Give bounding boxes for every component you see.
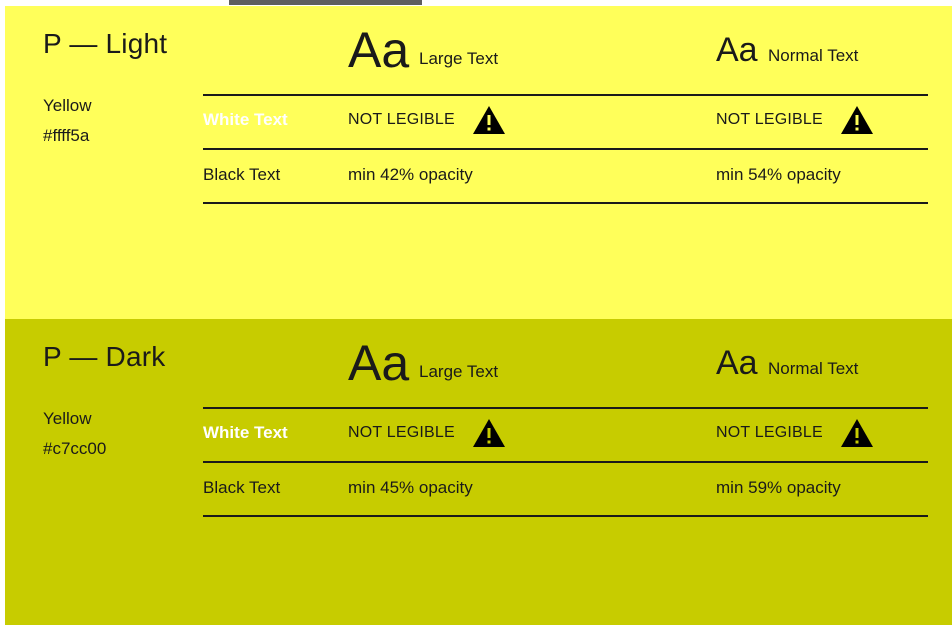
panel-title: P — Dark: [43, 341, 166, 372]
normal-text-sample: Aa: [716, 344, 758, 382]
divider: [203, 94, 928, 96]
white-large-result: NOT LEGIBLE: [348, 111, 455, 128]
normal-text-sample: Aa: [716, 31, 758, 69]
color-name: Yellow: [43, 409, 92, 428]
warning-icon: [841, 419, 873, 447]
black-large-result: min 42% opacity: [348, 165, 473, 184]
large-text-label: Large Text: [419, 49, 499, 68]
divider: [203, 407, 928, 409]
divider: [203, 202, 928, 204]
white-text-row-label: White Text: [203, 110, 288, 129]
divider: [203, 148, 928, 150]
black-text-row-label: Black Text: [203, 478, 281, 497]
normal-text-label: Normal Text: [768, 359, 859, 378]
active-tab-indicator[interactable]: [229, 0, 422, 5]
black-normal-result: min 59% opacity: [716, 478, 841, 497]
panel-title: P — Light: [43, 28, 168, 59]
divider: [203, 515, 928, 517]
white-normal-result: NOT LEGIBLE: [716, 111, 823, 128]
black-normal-result: min 54% opacity: [716, 165, 841, 184]
large-text-label: Large Text: [419, 362, 499, 381]
warning-icon: [841, 106, 873, 134]
white-large-result: NOT LEGIBLE: [348, 424, 455, 441]
color-hex: #ffff5a: [43, 126, 90, 145]
large-text-sample: Aa: [348, 22, 410, 78]
black-large-result: min 45% opacity: [348, 478, 473, 497]
light-swatch-panel: P — Light Yellow #ffff5a Aa Large Text A…: [5, 6, 952, 319]
normal-text-label: Normal Text: [768, 46, 859, 65]
warning-icon: [473, 419, 505, 447]
warning-icon: [473, 106, 505, 134]
black-text-row-label: Black Text: [203, 165, 281, 184]
white-text-row-label: White Text: [203, 423, 288, 442]
color-hex: #c7cc00: [43, 439, 107, 458]
white-normal-result: NOT LEGIBLE: [716, 424, 823, 441]
dark-swatch-panel: P — Dark Yellow #c7cc00 Aa Large Text Aa…: [5, 319, 952, 625]
color-name: Yellow: [43, 96, 92, 115]
divider: [203, 461, 928, 463]
large-text-sample: Aa: [348, 335, 410, 391]
